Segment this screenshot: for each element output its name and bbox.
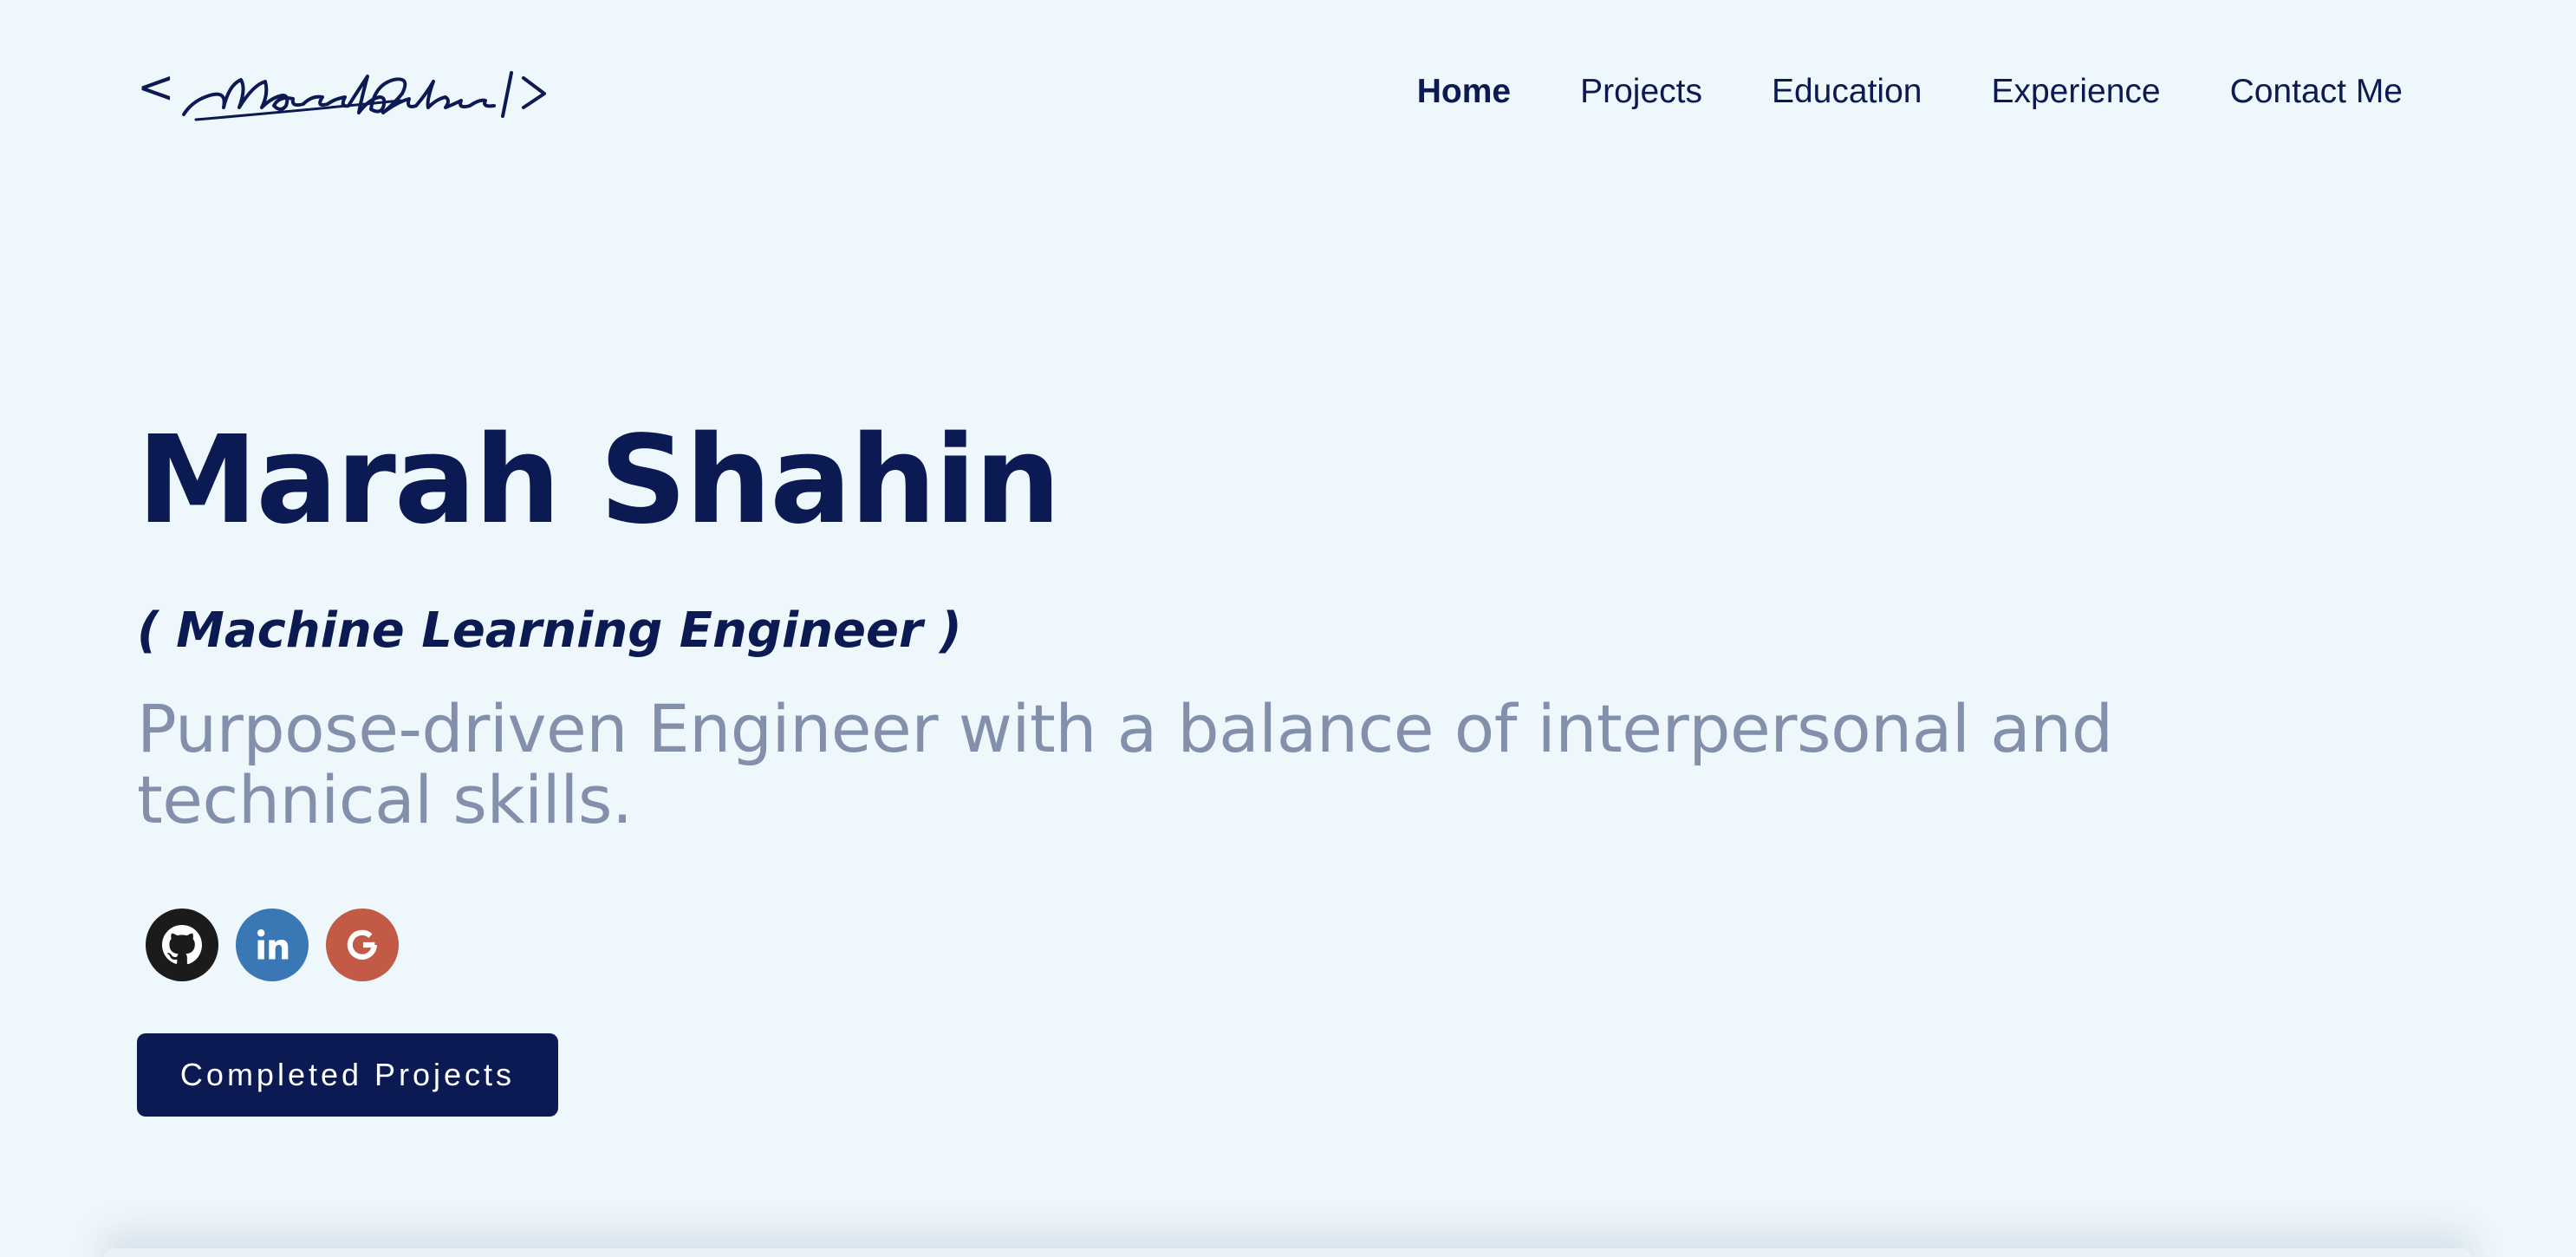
nav-education[interactable]: Education xyxy=(1772,68,1922,116)
logo[interactable]: < xyxy=(137,50,548,125)
github-link[interactable] xyxy=(146,909,218,981)
next-section-card xyxy=(104,1248,2472,1257)
nav-contact-me[interactable]: Contact Me xyxy=(2230,68,2403,116)
signature-logo xyxy=(181,71,546,121)
github-icon xyxy=(162,925,203,965)
linkedin-link[interactable] xyxy=(236,909,309,981)
completed-projects-button[interactable]: Completed Projects xyxy=(137,1033,558,1117)
linkedin-icon xyxy=(257,929,289,960)
nav-projects[interactable]: Projects xyxy=(1580,68,1702,116)
hero-tagline: Purpose-driven Engineer with a balance o… xyxy=(137,690,2113,838)
google-link[interactable] xyxy=(326,909,399,981)
nav-home[interactable]: Home xyxy=(1417,68,1511,116)
main-nav: Home Projects Education Experience Conta… xyxy=(1417,68,2403,116)
hero-name: Marah Shahin xyxy=(137,410,1061,551)
google-icon xyxy=(347,929,377,960)
nav-experience[interactable]: Experience xyxy=(1991,68,2160,116)
social-links xyxy=(146,909,399,981)
hero-role: ( Machine Learning Engineer ) xyxy=(137,602,962,659)
page: < Home Projects Education Experience Con… xyxy=(0,0,2576,1257)
logo-open-bracket: < xyxy=(137,62,175,114)
